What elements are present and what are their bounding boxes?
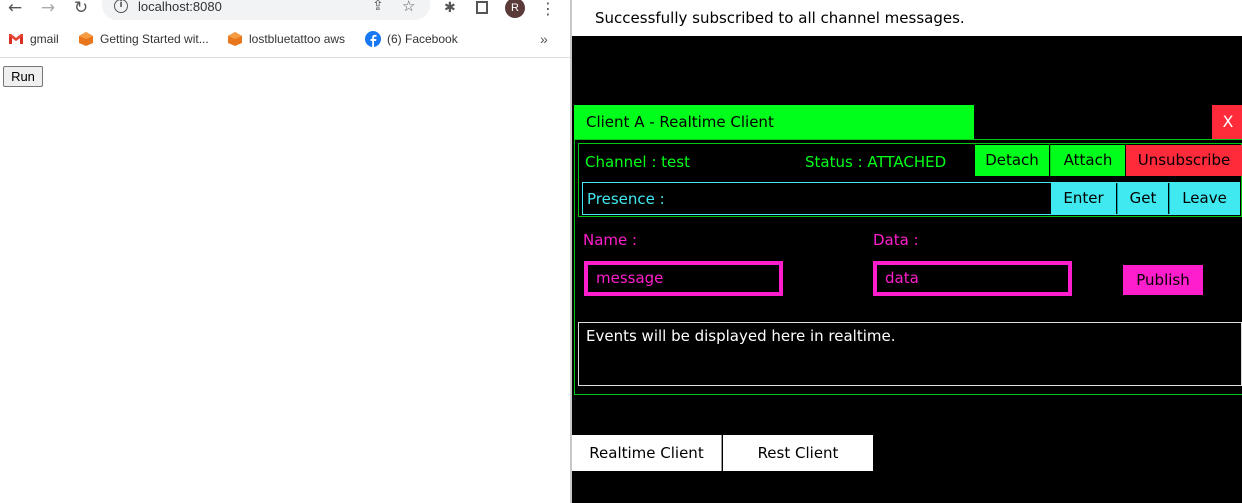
back-arrow-icon[interactable]: ←	[4, 0, 26, 18]
tab-rest-client[interactable]: Rest Client	[723, 435, 873, 471]
reload-icon[interactable]: ↻	[70, 0, 92, 18]
message-data-input[interactable]: data	[873, 261, 1072, 296]
extensions-puzzle-icon[interactable]: ✱	[444, 0, 456, 16]
bookmark-label: (6) Facebook	[387, 32, 458, 46]
presence-leave-button[interactable]: Leave	[1169, 183, 1239, 214]
channel-section: Channel : test Status : ATTACHED Detach …	[578, 143, 1242, 217]
channel-label: Channel : test	[585, 153, 690, 171]
menu-kebab-icon[interactable]: ⋮	[540, 0, 556, 18]
bookmark-star-icon[interactable]: ☆	[402, 0, 415, 15]
bookmark-label: Getting Started wit...	[100, 32, 209, 46]
data-label: Data :	[873, 231, 919, 249]
aws-cube-icon	[78, 31, 94, 47]
events-log: Events will be displayed here in realtim…	[578, 322, 1242, 386]
bookmark-label: gmail	[30, 32, 59, 46]
bookmark-lostbluetattoo[interactable]: lostbluetattoo aws	[227, 31, 345, 49]
detach-button[interactable]: Detach	[975, 145, 1049, 176]
browser-toolbar: ← → ↻ i localhost:8080 ⇪ ☆ ✱ R ⋮	[0, 0, 570, 24]
bookmarks-overflow-icon[interactable]: »	[540, 31, 548, 47]
toolbar-divider	[0, 57, 570, 58]
bookmark-label: lostbluetattoo aws	[249, 32, 346, 46]
bookmarks-bar: gmail Getting Started wit... lostbluetat…	[0, 28, 570, 52]
publish-button[interactable]: Publish	[1123, 265, 1203, 295]
bookmark-facebook[interactable]: (6) Facebook	[365, 31, 458, 49]
presence-label: Presence :	[587, 190, 665, 208]
site-info-icon[interactable]: i	[114, 0, 128, 13]
unsubscribe-button[interactable]: Unsubscribe	[1126, 145, 1242, 176]
address-bar[interactable]: i localhost:8080 ⇪ ☆	[102, 0, 430, 20]
message-name-input[interactable]: message	[584, 261, 783, 296]
share-icon[interactable]: ⇪	[372, 0, 384, 14]
client-panel: Channel : test Status : ATTACHED Detach …	[574, 139, 1242, 395]
presence-bar: Presence : Enter Get Leave	[582, 182, 1240, 215]
attach-button[interactable]: Attach	[1050, 145, 1125, 176]
presence-enter-button[interactable]: Enter	[1051, 183, 1116, 214]
client-title: Client A - Realtime Client	[574, 105, 974, 139]
gmail-icon	[8, 31, 24, 47]
run-button[interactable]: Run	[3, 66, 43, 87]
presence-get-button[interactable]: Get	[1117, 183, 1168, 214]
profile-avatar[interactable]: R	[505, 0, 525, 18]
bookmark-getting-started[interactable]: Getting Started wit...	[78, 31, 209, 49]
tab-realtime-client[interactable]: Realtime Client	[572, 435, 722, 471]
close-client-button[interactable]: X	[1212, 105, 1242, 139]
browser-pane: ← → ↻ i localhost:8080 ⇪ ☆ ✱ R ⋮ gmail G…	[0, 0, 570, 503]
app-pane: Successfully subscribed to all channel m…	[570, 0, 1242, 503]
aws-cube-icon	[227, 31, 243, 47]
side-panel-icon[interactable]	[476, 1, 488, 14]
bookmark-gmail[interactable]: gmail	[8, 31, 59, 49]
forward-arrow-icon[interactable]: →	[37, 0, 59, 18]
subscribe-notice: Successfully subscribed to all channel m…	[572, 0, 1242, 36]
url-text[interactable]: localhost:8080	[138, 0, 222, 14]
facebook-icon	[365, 31, 381, 47]
name-label: Name :	[583, 231, 638, 249]
status-label: Status : ATTACHED	[805, 153, 947, 171]
